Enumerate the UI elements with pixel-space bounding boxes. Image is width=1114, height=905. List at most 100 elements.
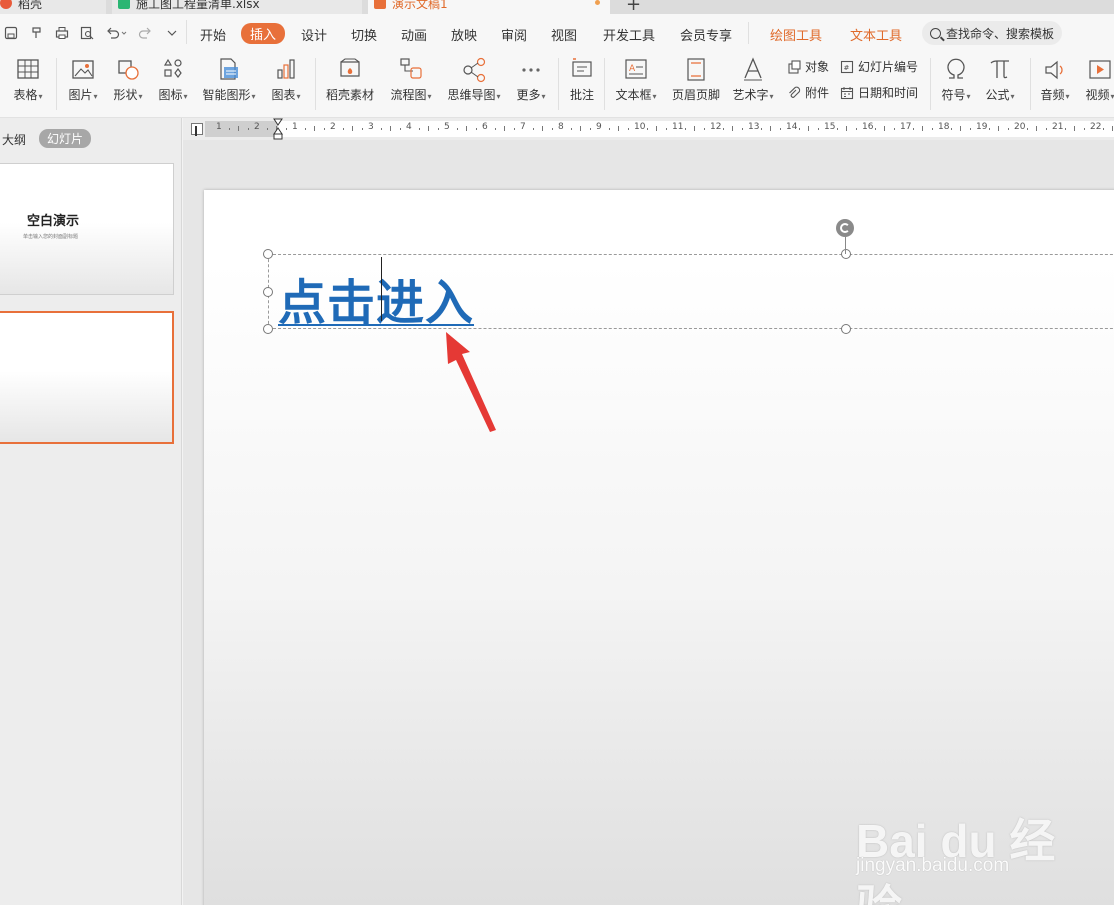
- ruler-tick: [1026, 128, 1028, 130]
- ruler-number: 14: [786, 122, 798, 132]
- datetime-button[interactable]: 日期和时间: [840, 84, 918, 101]
- comment-button[interactable]: 批注: [566, 56, 598, 102]
- insert-ribbon: 表格▾ 图片▾ 形状▾ 图标▾ 智能图形▾ 图表▾ 稻壳素材 流程图▾ 思维导图…: [0, 52, 1114, 118]
- icon-button[interactable]: 图标▾: [155, 56, 191, 104]
- tab-spreadsheet[interactable]: 施工图工程量清单.xlsx: [112, 0, 362, 14]
- docer-material-button[interactable]: 稻壳素材: [324, 56, 376, 102]
- print-icon[interactable]: [55, 26, 69, 40]
- smartart-button[interactable]: 智能图形▾: [200, 56, 258, 104]
- resize-handle-left[interactable]: [263, 287, 273, 297]
- slides-tab[interactable]: 幻灯片: [39, 129, 92, 148]
- symbol-button[interactable]: 符号▾: [938, 56, 974, 104]
- ruler-tick: [779, 128, 781, 130]
- tab-stop-selector[interactable]: [191, 123, 203, 135]
- omega-icon: [947, 58, 965, 79]
- resize-handle-bottom-left[interactable]: [263, 324, 273, 334]
- ruler-tick: [922, 126, 923, 131]
- table-button[interactable]: 表格▾: [10, 56, 46, 104]
- attachment-button[interactable]: 附件: [787, 84, 829, 101]
- chart-label: 图表: [271, 88, 296, 102]
- menu-animation[interactable]: 动画: [401, 25, 427, 44]
- slide-thumbnail-2[interactable]: [0, 311, 174, 444]
- save-icon[interactable]: [4, 26, 18, 40]
- ruler-tick: [570, 128, 572, 130]
- ruler-tick: [608, 128, 610, 130]
- horizontal-ruler-area: 1 2 1 2 3 4 5 6 7 8 9 10 11 12 13 14 15 16 17 18 19 20 21 22: [183, 118, 1114, 140]
- rotate-handle-icon[interactable]: [836, 219, 854, 237]
- menu-slideshow[interactable]: 放映: [451, 25, 477, 44]
- menu-transition[interactable]: 切换: [351, 25, 377, 44]
- flowchart-button[interactable]: 流程图▾: [388, 56, 434, 104]
- menu-insert[interactable]: 插入: [241, 23, 286, 44]
- menu-design[interactable]: 设计: [301, 25, 327, 44]
- menu-home[interactable]: 开始: [200, 25, 226, 44]
- undo-icon[interactable]: [106, 26, 128, 40]
- menu-view[interactable]: 视图: [551, 25, 577, 44]
- ruler-tick: [228, 128, 230, 130]
- ruler-tick: [846, 126, 847, 131]
- ruler-tick: [314, 126, 315, 131]
- command-search-input[interactable]: 查找命令、搜索模板: [922, 21, 1062, 45]
- ruler-tick: [665, 128, 667, 130]
- tab-docer[interactable]: 稻壳: [0, 0, 106, 14]
- video-button[interactable]: 视频▾: [1082, 56, 1114, 104]
- ruler-tick: [893, 128, 895, 130]
- slide-title-text[interactable]: 点击进入: [278, 263, 474, 333]
- smartart-icon: [220, 58, 238, 80]
- ruler-number: 5: [444, 122, 450, 132]
- tab-presentation[interactable]: 演示文稿1: [368, 0, 610, 14]
- wordart-button[interactable]: 艺术字▾: [730, 56, 776, 104]
- slide-number-button[interactable]: # 幻灯片编号: [840, 58, 918, 75]
- indent-marker[interactable]: [273, 118, 283, 140]
- menu-drawing-tools[interactable]: 绘图工具: [770, 25, 822, 44]
- attachment-label: 附件: [805, 86, 830, 100]
- header-footer-button[interactable]: 页眉页脚: [670, 56, 722, 102]
- resize-handle-top[interactable]: [841, 249, 851, 259]
- ruler-number: 10: [634, 122, 646, 132]
- docer-material-label: 稻壳素材: [325, 88, 374, 102]
- resize-handle-top-left[interactable]: [263, 249, 273, 259]
- ruler-tick: [722, 128, 724, 130]
- ruler-tick: [589, 128, 591, 130]
- object-label: 对象: [805, 60, 830, 74]
- ruler-tick: [304, 128, 306, 130]
- chart-button[interactable]: 图表▾: [268, 56, 304, 104]
- ruler-tick: [532, 128, 534, 130]
- formula-button[interactable]: 公式▾: [982, 56, 1018, 104]
- rotate-stem: [845, 237, 846, 254]
- print-preview-icon[interactable]: [80, 26, 94, 40]
- object-button[interactable]: 对象: [787, 58, 829, 75]
- video-icon: [1089, 60, 1111, 79]
- ruler-tick: [1083, 128, 1085, 130]
- textbox-button[interactable]: A 文本框▾: [612, 56, 660, 104]
- new-tab-button[interactable]: +: [626, 0, 641, 14]
- ruler-tick: [1045, 128, 1047, 130]
- audio-button[interactable]: 音频▾: [1037, 56, 1073, 104]
- menu-member[interactable]: 会员专享: [680, 25, 732, 44]
- customize-dropdown-icon[interactable]: [165, 26, 179, 40]
- more-button[interactable]: 更多▾: [513, 56, 549, 104]
- ruler-number: 16: [862, 122, 874, 132]
- ruler-number: 19: [976, 122, 988, 132]
- resize-handle-bottom[interactable]: [841, 324, 851, 334]
- ruler-tick: [732, 126, 733, 131]
- ruler-number: 20: [1014, 122, 1026, 132]
- ruler-tick: [323, 128, 325, 130]
- horizontal-ruler[interactable]: 1 2 1 2 3 4 5 6 7 8 9 10 11 12 13 14 15 16 17 18 19 20 21 22: [205, 121, 1114, 137]
- shape-button[interactable]: 形状▾: [110, 56, 146, 104]
- menu-review[interactable]: 审阅: [501, 25, 527, 44]
- document-tab-bar: 稻壳 施工图工程量清单.xlsx 演示文稿1 +: [0, 0, 1114, 14]
- menu-text-tools[interactable]: 文本工具: [850, 25, 902, 44]
- picture-button[interactable]: 图片▾: [65, 56, 101, 104]
- slide-thumbnail-1[interactable]: 空白演示 单击输入您的封面副标题: [0, 163, 174, 295]
- redo-icon[interactable]: [138, 26, 152, 40]
- outline-tab[interactable]: 大纲: [2, 131, 26, 148]
- mindmap-button[interactable]: 思维导图▾: [444, 56, 504, 104]
- tab-label: 演示文稿1: [392, 0, 448, 11]
- ruler-tick: [390, 126, 391, 131]
- menu-developer[interactable]: 开发工具: [603, 25, 655, 44]
- baidu-jingyan-watermark: Bai du 经验 jingyan.baidu.com: [850, 785, 1070, 905]
- object-icon: [788, 59, 801, 74]
- format-painter-icon[interactable]: [30, 26, 44, 40]
- ruler-tick: [475, 128, 477, 130]
